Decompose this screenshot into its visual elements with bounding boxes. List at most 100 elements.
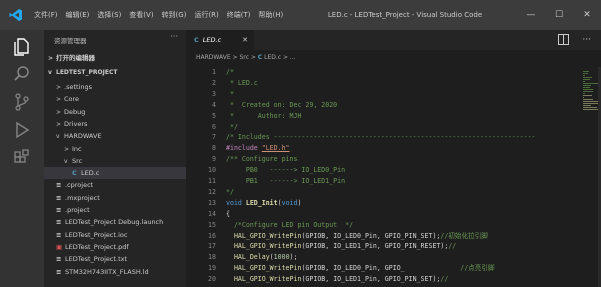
code-token: HAL_GPIO_WritePin bbox=[226, 231, 302, 240]
minimap-line bbox=[583, 75, 585, 76]
code-text: /** Configure pins bbox=[226, 154, 297, 165]
code-token: HAL_Delay bbox=[226, 253, 270, 262]
tree-item-label: Debug bbox=[64, 107, 86, 116]
tree-file[interactable]: ≡ LEDTest_Project Debug.launch bbox=[44, 216, 186, 228]
code-text: HAL_Delay(1000); bbox=[226, 252, 298, 263]
code-text: * Created on: Dec 29, 2020 bbox=[226, 100, 337, 111]
code-token: (GPIOB, IO_LED1_Pin, GPIO_PIN_RESET); bbox=[301, 242, 449, 251]
project-section[interactable]: v LEDTEST_PROJECT bbox=[44, 66, 186, 79]
tree-folder[interactable]: > Drivers bbox=[44, 118, 186, 130]
tree-file[interactable]: ≡ .cproject bbox=[44, 179, 186, 191]
minimap-line bbox=[583, 87, 590, 88]
minimap-line bbox=[583, 97, 584, 98]
code-line: 7 /* Includes ---------------------------… bbox=[186, 132, 581, 143]
code-text: PB0 ------> IO_LED0_Pin bbox=[226, 165, 345, 176]
close-tab-button[interactable]: ✕ bbox=[242, 30, 248, 50]
explorer-title: 资源管理器 bbox=[54, 37, 87, 45]
menu-item[interactable]: 文件(F) bbox=[34, 10, 58, 20]
code-token: */ bbox=[226, 187, 234, 196]
tab-led-c[interactable]: C LED.c ✕ bbox=[186, 30, 254, 50]
close-window-button[interactable]: ✕ bbox=[573, 0, 601, 30]
breadcrumb-item[interactable]: Src bbox=[239, 54, 248, 61]
line-number: 10 bbox=[208, 166, 216, 175]
explorer-more-actions-button[interactable]: ··· bbox=[170, 32, 178, 41]
maximize-button[interactable]: ☐ bbox=[545, 0, 573, 30]
open-editors-section[interactable]: > 打开的编辑器 bbox=[44, 52, 186, 65]
search-icon[interactable] bbox=[12, 64, 32, 84]
tree-item-label: LEDTest_Project Debug.launch bbox=[65, 218, 164, 227]
line-number: 4 bbox=[212, 100, 216, 109]
menu-bar: 文件(F) 编辑(E) 选择(S) 查看(V) 转到(G) 运行(R) 终端(T) 帮助(H) bbox=[34, 0, 291, 30]
editor-more-actions-button[interactable]: ··· bbox=[582, 30, 591, 50]
tree-file[interactable]: ≡ LEDTest_Project.txt bbox=[44, 253, 186, 265]
minimap-line bbox=[583, 105, 591, 106]
code-text: HAL_GPIO_WritePin(GPIOB, IO_LED1_Pin, GP… bbox=[226, 274, 448, 285]
c-file-icon: C bbox=[72, 169, 77, 178]
c-file-icon: C bbox=[257, 54, 263, 61]
code-token: { bbox=[226, 209, 230, 218]
code-line: 6 */ bbox=[186, 122, 581, 133]
tree-item-label: LEDTest_Project.ioc bbox=[65, 230, 128, 239]
tree-file[interactable]: ≡ .project bbox=[44, 204, 186, 216]
menu-item[interactable]: 运行(R) bbox=[194, 10, 218, 20]
tree-folder[interactable]: v HARDWAVE bbox=[44, 130, 186, 142]
code-line: 5 * Author: MJH bbox=[186, 111, 581, 122]
code-token: (GPIOB, IO_LED1_Pin, GPIO_PIN_SET); bbox=[301, 275, 441, 284]
tree-folder[interactable]: > Inc bbox=[44, 143, 186, 155]
menu-item[interactable]: 编辑(E) bbox=[66, 10, 90, 20]
chevron-right-icon: > bbox=[56, 108, 62, 116]
code-editor[interactable]: 1/* 2 * LED.c 3 * 4 * Created on: Dec 29, 2… bbox=[186, 67, 581, 287]
code-text: void LED_Init(void) bbox=[226, 198, 301, 209]
code-text: */ bbox=[226, 122, 238, 133]
menu-item[interactable]: 查看(V) bbox=[129, 10, 153, 20]
breadcrumb-file[interactable]: LED.c bbox=[264, 54, 281, 61]
tree-folder[interactable]: > Debug bbox=[44, 106, 186, 118]
code-token: */ bbox=[226, 122, 238, 131]
code-token: * bbox=[226, 89, 234, 98]
tree-file[interactable]: ≡ STM32H743IITX_FLASH.ld bbox=[44, 266, 186, 278]
line-number: 14 bbox=[208, 209, 216, 218]
tree-folder[interactable]: v Src bbox=[44, 155, 186, 167]
code-token: PB0 ------> IO_LED0_Pin bbox=[226, 166, 346, 175]
tree-file[interactable]: ≡ LEDTest_Project.ioc bbox=[44, 229, 186, 241]
code-line: 13 void LED_Init(void) bbox=[186, 198, 581, 209]
explorer-icon[interactable] bbox=[12, 36, 32, 56]
code-line: 18 HAL_Delay(1000); bbox=[186, 252, 581, 263]
c-file-icon: C bbox=[194, 36, 199, 44]
minimize-button[interactable]: — bbox=[517, 0, 545, 30]
file-icon: ≡ bbox=[56, 255, 62, 264]
code-token: * LED.c bbox=[226, 78, 258, 87]
code-token: * Author: MJH bbox=[226, 111, 302, 120]
chevron-down-icon: v bbox=[64, 157, 68, 165]
code-token: PB1 ------> IO_LED1_Pin bbox=[226, 177, 346, 185]
tree-item-label: Src bbox=[72, 156, 83, 165]
menu-item[interactable]: 选择(S) bbox=[97, 10, 121, 20]
menu-item[interactable]: 终端(T) bbox=[227, 10, 251, 20]
code-token: ); bbox=[289, 253, 298, 262]
extensions-icon[interactable] bbox=[12, 148, 32, 168]
tree-folder[interactable]: > Core bbox=[44, 93, 186, 105]
code-token: (GPIOB, IO_LED0_Pin, GPIO_ bbox=[301, 264, 405, 273]
tree-file[interactable]: C LED.c bbox=[44, 167, 186, 180]
code-token: #include bbox=[226, 144, 262, 153]
breadcrumb-symbols[interactable]: ... bbox=[290, 54, 296, 61]
file-icon: ≡ bbox=[56, 206, 62, 214]
line-number: 6 bbox=[212, 122, 216, 131]
run-debug-icon[interactable] bbox=[12, 120, 32, 140]
tree-file[interactable]: ▣ LEDTest_Project.pdf bbox=[44, 241, 186, 253]
code-token: void bbox=[281, 198, 298, 207]
breadcrumb-item[interactable]: HARDWAVE bbox=[196, 54, 231, 61]
source-control-icon[interactable] bbox=[12, 92, 32, 112]
tree-item-label: LED.c bbox=[81, 169, 100, 178]
minimap-line bbox=[583, 73, 588, 74]
code-line: 19 HAL_GPIO_WritePin(GPIOB, IO_LED0_Pin,… bbox=[186, 263, 581, 274]
tree-folder[interactable]: > .settings bbox=[44, 81, 186, 93]
minimap-line bbox=[583, 99, 593, 100]
menu-item[interactable]: 转到(G) bbox=[162, 10, 187, 20]
code-token: (GPIOB, IO_LED0_Pin, GPIO_PIN_SET); bbox=[301, 231, 441, 240]
menu-item[interactable]: 帮助(H) bbox=[259, 10, 284, 20]
line-number: 18 bbox=[208, 253, 216, 262]
tree-file[interactable]: ≡ .mxproject bbox=[44, 192, 186, 204]
minimap-line bbox=[583, 89, 593, 90]
split-editor-icon[interactable] bbox=[558, 34, 569, 45]
